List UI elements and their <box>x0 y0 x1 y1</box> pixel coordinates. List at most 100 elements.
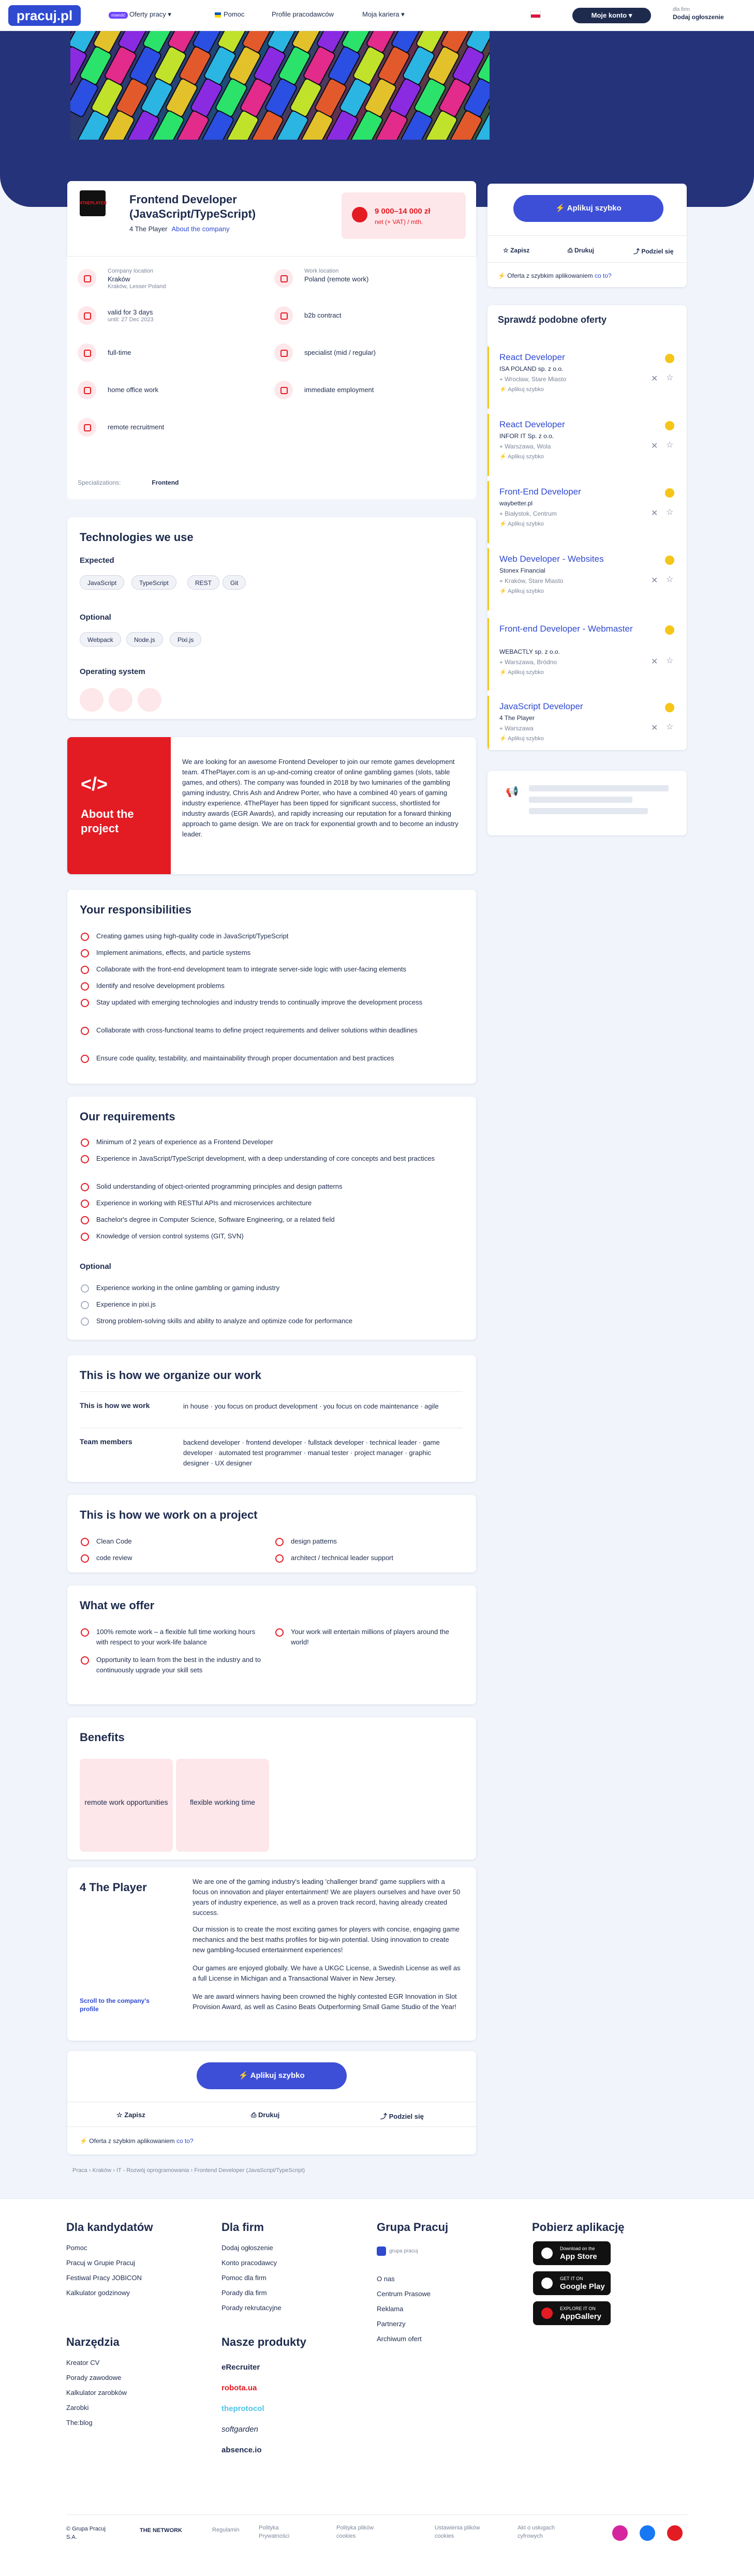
footer-link[interactable]: Kalkulator godzinowy <box>66 2285 142 2300</box>
footer-link[interactable]: Kreator CV <box>66 2355 127 2370</box>
tech-tag: REST <box>187 575 220 590</box>
pracuj-logo[interactable]: pracuj.pl <box>8 5 81 26</box>
save-button[interactable]: ☆ Zapisz <box>116 2111 145 2119</box>
about-company-link[interactable]: About the company <box>171 225 229 233</box>
close-icon[interactable]: ✕ <box>651 508 658 518</box>
footer-link[interactable]: Porady rekrutacyjne <box>221 2300 282 2315</box>
nav-help[interactable]: Pomoc <box>215 10 244 18</box>
app-gallery-button[interactable]: EXPLORE IT ON AppGallery <box>533 2301 611 2325</box>
footer-link[interactable]: Centrum Prasowe <box>377 2286 431 2301</box>
similar-offer-card[interactable]: React Developer ISA POLAND sp. z o.o. ⌖ … <box>487 347 687 409</box>
footer-link[interactable]: Zarobki <box>66 2400 127 2415</box>
footer-link[interactable]: Kalkulator zarobków <box>66 2385 127 2400</box>
highlight-icon <box>665 703 674 712</box>
theprotocol-logo[interactable]: theprotocol <box>221 2399 264 2419</box>
youtube-icon[interactable] <box>667 2525 683 2541</box>
instagram-icon[interactable] <box>612 2525 628 2541</box>
absence-logo[interactable]: absence.io <box>221 2440 264 2461</box>
breadcrumb-item[interactable]: Kraków <box>93 2167 112 2174</box>
share-button[interactable]: ⤴ Podziel się <box>380 2111 424 2121</box>
footer-link[interactable]: Archiwum ofert <box>377 2331 431 2346</box>
star-icon[interactable]: ☆ <box>666 655 673 666</box>
footer-heading: Grupa Pracuj <box>377 2221 449 2234</box>
similar-offer-card[interactable]: Front-End Developer waybetter.pl ⌖ Biały… <box>487 481 687 543</box>
star-icon[interactable]: ☆ <box>666 574 673 585</box>
star-icon[interactable]: ☆ <box>666 372 673 383</box>
app-store-button[interactable]: Download on the App Store <box>533 2241 611 2265</box>
footer-link[interactable]: Reklama <box>377 2301 431 2316</box>
company-paragraph: We are one of the gaming industry's lead… <box>193 1878 461 1916</box>
list-item: Implement animations, effects, and parti… <box>80 948 452 958</box>
footer-legal-link[interactable]: Polityka plików cookies <box>336 2524 388 2540</box>
print-button[interactable]: ⎙ Drukuj <box>251 2111 279 2119</box>
apply-button[interactable]: ⚡ Aplikuj szybko <box>513 195 663 222</box>
games-banner-image <box>70 31 490 140</box>
footer-link[interactable]: Pracuj w Grupie Pracuj <box>66 2255 142 2270</box>
similar-offer-title[interactable]: Front-End Developer <box>499 486 649 498</box>
footer-link[interactable]: Pomoc dla firm <box>221 2270 282 2285</box>
similar-offer-title[interactable]: React Developer <box>499 419 649 430</box>
footer-legal-link[interactable]: Akt o usługach cyfrowych <box>518 2524 574 2540</box>
star-icon[interactable]: ☆ <box>666 440 673 450</box>
erecruiter-logo[interactable]: eRecruiter <box>221 2357 264 2378</box>
technologies-section: Technologies we use Expected JavaScript … <box>67 517 476 719</box>
section-title: This is how we work on a project <box>80 1508 258 1521</box>
footer-link[interactable]: Partnerzy <box>377 2316 431 2331</box>
for-firms-link[interactable]: dla firm Dodaj ogłoszenie <box>673 6 724 21</box>
footer-link[interactable]: Dodaj ogłoszenie <box>221 2240 282 2255</box>
similar-offer-title[interactable]: Front-end Developer - Webmaster <box>499 623 649 635</box>
similar-offer-card[interactable]: React Developer INFOR IT Sp. z o.o. ⌖ Wa… <box>487 414 687 476</box>
share-button[interactable]: ⤴ Podziel się <box>633 247 673 256</box>
footer-links: Pomoc Pracuj w Grupie Pracuj Festiwal Prac… <box>66 2240 142 2300</box>
footer-link[interactable]: Festiwal Pracy JOBICON <box>66 2270 142 2285</box>
similar-offer-title[interactable]: Web Developer - Websites <box>499 553 649 565</box>
close-icon[interactable]: ✕ <box>651 723 658 733</box>
grupa-pracuj-logo[interactable]: grupa pracuj <box>377 2246 418 2256</box>
similar-offer-title[interactable]: React Developer <box>499 352 649 363</box>
google-play-button[interactable]: GET IT ON Google Play <box>533 2271 611 2295</box>
my-account-button[interactable]: Moje konto ▾ <box>572 8 651 23</box>
close-icon[interactable]: ✕ <box>651 373 658 384</box>
benefits-section: Benefits remote work opportunities flexi… <box>67 1717 476 1860</box>
company-logo[interactable]: 4THEPLAYER <box>80 190 107 216</box>
close-icon[interactable]: ✕ <box>651 575 658 586</box>
what-is-it-link[interactable]: co to? <box>595 272 612 279</box>
document-icon <box>274 306 293 325</box>
save-button[interactable]: ☆ Zapisz <box>503 247 529 254</box>
similar-offer-card[interactable]: Front-end Developer - Webmaster WEBACTLY… <box>487 618 687 691</box>
nav-employer-profiles[interactable]: Profile pracodawców <box>272 10 334 18</box>
nav-offers[interactable]: Oferty pracy ▾ <box>129 10 171 19</box>
poland-flag-icon[interactable] <box>530 11 541 18</box>
footer-link[interactable]: Porady dla firm <box>221 2285 282 2300</box>
breadcrumb-item[interactable]: IT - Rozwój oprogramowania <box>116 2167 189 2174</box>
nav-my-career[interactable]: Moja kariera ▾ <box>362 10 405 19</box>
star-icon[interactable]: ☆ <box>666 722 673 732</box>
footer-link[interactable]: The:blog <box>66 2415 127 2430</box>
money-icon <box>352 207 367 222</box>
the-network-logo[interactable]: THE NETWORK <box>140 2527 182 2534</box>
softgarden-logo[interactable]: softgarden <box>221 2419 264 2440</box>
footer-link[interactable]: Pomoc <box>66 2240 142 2255</box>
footer-link[interactable]: Konto pracodawcy <box>221 2255 282 2270</box>
footer-link[interactable]: O nas <box>377 2271 431 2286</box>
footer-link[interactable]: Porady zawodowe <box>66 2370 127 2385</box>
breadcrumb-item[interactable]: Praca <box>72 2167 87 2174</box>
facebook-icon[interactable] <box>640 2525 655 2541</box>
footer-legal-link[interactable]: Ustawienia plików cookies <box>435 2524 497 2540</box>
robota-logo[interactable]: robota.ua <box>221 2378 264 2399</box>
similar-offer-title[interactable]: JavaScript Developer <box>499 701 649 712</box>
apply-button[interactable]: ⚡ Aplikuj szybko <box>197 2062 347 2089</box>
footer-legal-link[interactable]: Polityka Prywatności <box>259 2524 311 2540</box>
scroll-to-profile-link[interactable]: Scroll to the company's profile <box>80 1997 157 2013</box>
similar-offer-card[interactable]: JavaScript Developer 4 The Player ⌖ Wars… <box>487 696 687 750</box>
star-icon[interactable]: ☆ <box>666 507 673 517</box>
what-is-it-link[interactable]: co to? <box>176 2137 194 2145</box>
similar-offer-card[interactable]: Web Developer - Websites Stonex Financia… <box>487 548 687 610</box>
print-button[interactable]: ⎙ Drukuj <box>568 247 594 254</box>
section-title: Your responsibilities <box>80 903 191 916</box>
close-icon[interactable]: ✕ <box>651 656 658 667</box>
section-title: What we offer <box>80 1599 155 1612</box>
list-item: Collaborate with cross-functional teams … <box>80 1025 452 1036</box>
footer-legal-link[interactable]: Regulamin <box>212 2527 240 2533</box>
close-icon[interactable]: ✕ <box>651 441 658 451</box>
